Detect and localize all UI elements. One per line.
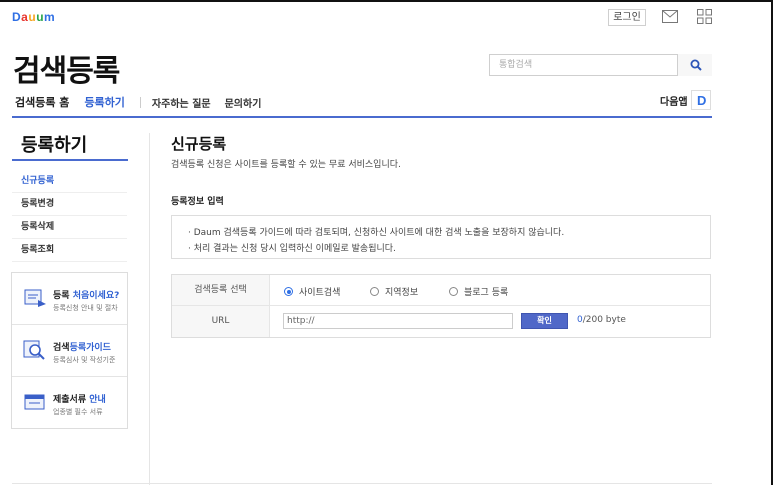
- url-input[interactable]: [283, 313, 513, 329]
- radio-selected-icon: [284, 287, 293, 296]
- url-label: URL: [172, 306, 270, 337]
- banner-guide[interactable]: 검색등록가이드 등록심사 및 작성기준: [12, 325, 127, 377]
- form-row-url: URL 확인 0/200 byte: [172, 306, 710, 337]
- sidebar-item-new[interactable]: 신규등록: [12, 170, 127, 193]
- mail-icon[interactable]: [662, 10, 678, 23]
- notice-box: · Daum 검색등록 가이드에 따라 검토되며, 신청하신 사이트에 대한 검…: [171, 215, 711, 259]
- page-title: 검색등록: [13, 54, 120, 89]
- radio-icon: [449, 287, 458, 296]
- nav-underline: [12, 116, 712, 118]
- banner-first-time[interactable]: 등록 처음이세요? 등록신청 안내 및 절차: [12, 273, 127, 325]
- search-button[interactable]: [677, 54, 712, 76]
- login-button[interactable]: 로그인: [608, 9, 646, 26]
- radio-local-info[interactable]: 지역정보: [370, 285, 418, 298]
- byte-counter: 0/200 byte: [577, 315, 626, 325]
- sidebar-divider: [149, 133, 150, 485]
- form-row-type: 검색등록 선택 사이트검색 지역정보 블로그 등록: [172, 275, 710, 306]
- search-icon: [690, 59, 702, 71]
- registration-form: 검색등록 선택 사이트검색 지역정보 블로그 등록 URL 확인 0/200 b…: [171, 274, 711, 338]
- search-input[interactable]: [490, 55, 677, 75]
- radio-site-search[interactable]: 사이트검색: [284, 285, 340, 298]
- folder-icon: [24, 394, 45, 410]
- nav-faq[interactable]: 자주하는 질문: [152, 95, 211, 110]
- main-description: 검색등록 신청은 사이트를 등록할 수 있는 무료 서비스입니다.: [171, 160, 401, 170]
- search-box: [489, 54, 712, 76]
- notice-line: · 처리 결과는 신청 당시 입력하신 이메일로 발송됩니다.: [188, 244, 396, 254]
- top-border: [0, 0, 773, 2]
- confirm-button[interactable]: 확인: [521, 313, 568, 329]
- daum-app-icon[interactable]: D: [691, 90, 711, 110]
- notice-line: · Daum 검색등록 가이드에 따라 검토되며, 신청하신 사이트에 대한 검…: [188, 228, 565, 238]
- nav-inquiry[interactable]: 문의하기: [225, 95, 262, 110]
- sidebar-title: 등록하기: [21, 135, 88, 156]
- sidebar-banners: 등록 처음이세요? 등록신청 안내 및 절차 검색등록가이드 등록심사 및 작성…: [11, 272, 128, 429]
- sidebar-item-delete[interactable]: 등록삭제: [12, 216, 127, 239]
- apps-grid-icon[interactable]: [697, 9, 712, 24]
- document-icon: [24, 289, 46, 307]
- sidebar-item-lookup[interactable]: 등록조회: [12, 239, 127, 262]
- banner-documents[interactable]: 제출서류 안내 업종별 필수 서류: [12, 377, 127, 429]
- daum-app-label[interactable]: 다음앱: [660, 93, 688, 108]
- main-title: 신규등록: [171, 135, 227, 153]
- main-nav: 검색등록 홈 등록하기 자주하는 질문 문의하기: [15, 94, 275, 110]
- daum-logo[interactable]: Dauum: [12, 10, 55, 24]
- sidebar-title-underline: [12, 159, 128, 161]
- magnifier-icon: [23, 340, 45, 360]
- nav-separator: [139, 96, 141, 108]
- bottom-divider: [12, 483, 712, 484]
- type-label: 검색등록 선택: [172, 275, 270, 305]
- radio-blog[interactable]: 블로그 등록: [449, 285, 508, 298]
- sidebar-item-change[interactable]: 등록변경: [12, 193, 127, 216]
- radio-icon: [370, 287, 379, 296]
- sidebar-menu: 신규등록 등록변경 등록삭제 등록조회: [12, 170, 127, 262]
- nav-register[interactable]: 등록하기: [84, 94, 124, 110]
- section-title: 등록정보 입력: [171, 197, 224, 207]
- nav-home[interactable]: 검색등록 홈: [15, 94, 69, 110]
